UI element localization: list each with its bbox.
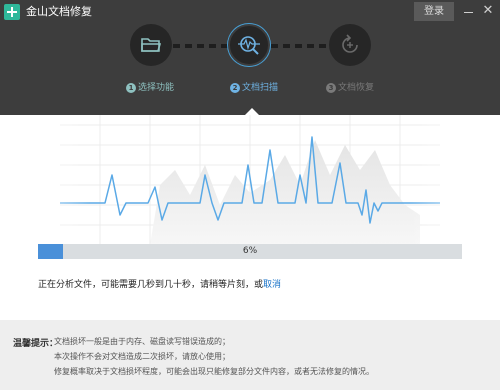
status-message: 正在分析文件，可能需要几秒到几十秒，请稍等片刻，或取消	[38, 279, 281, 291]
step-connector	[173, 44, 228, 48]
step-document-scan	[228, 24, 270, 66]
folder-icon	[141, 38, 162, 52]
cancel-link[interactable]: 取消	[263, 280, 281, 290]
minimize-icon[interactable]	[462, 2, 476, 20]
tips-title: 温馨提示：	[13, 339, 59, 349]
login-button[interactable]: 登录	[414, 2, 454, 21]
step-label-3: 3 文档恢复	[326, 82, 374, 94]
tips-panel: 温馨提示： 文档损坏一般是由于内存、磁盘读写错误造成的； 本次操作不会对文档造成…	[0, 320, 500, 390]
active-step-pointer	[245, 108, 259, 115]
step-label-2: 2 文档扫描	[230, 82, 278, 94]
step-label-1: 1 选择功能	[126, 82, 174, 94]
step-connector	[271, 44, 328, 48]
header-bar: 金山文档修复 登录 ✕ 1 选择功能 2 文档扫描 3 文档恢复	[0, 0, 500, 115]
scan-icon	[238, 36, 260, 55]
status-text: 正在分析文件，可能需要几秒到几十秒，请稍等片刻，或	[38, 280, 264, 290]
app-title: 金山文档修复	[26, 5, 92, 18]
app-logo-icon	[4, 4, 20, 20]
scan-waveform	[0, 115, 500, 245]
tips-line-1: 文档损坏一般是由于内存、磁盘读写错误造成的；	[54, 337, 230, 346]
step-select-function	[130, 24, 172, 66]
progress-bar: 6%	[38, 244, 462, 259]
tips-line-2: 本次操作不会对文档造成二次损坏，请放心使用；	[54, 352, 230, 361]
progress-percent: 6%	[242, 246, 258, 256]
restore-icon	[342, 34, 358, 53]
step-document-restore	[329, 24, 371, 66]
tips-line-3: 修复概率取决于文档损坏程度，可能会出现只能修复部分文件内容，或者无法修复的情况。	[54, 367, 374, 376]
close-icon[interactable]: ✕	[481, 2, 495, 20]
